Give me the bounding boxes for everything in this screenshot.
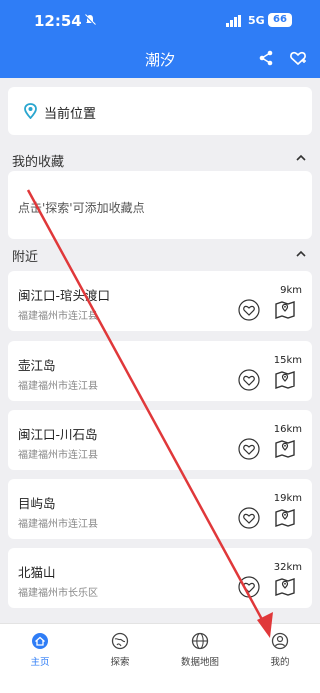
nearby-section-title: 附近: [12, 250, 39, 265]
nearby-list-item[interactable]: 北猫山 福建福州市长乐区 32km: [8, 548, 312, 608]
heart-icon[interactable]: [238, 299, 260, 321]
place-name: 目屿岛: [18, 496, 56, 511]
heart-icon[interactable]: [238, 576, 260, 598]
chevron-up-icon[interactable]: [296, 154, 306, 161]
nearby-list-item[interactable]: 壶江岛 福建福州市连江县 15km: [8, 341, 312, 401]
map-icon[interactable]: [274, 575, 296, 597]
current-location-card[interactable]: 当前位置: [8, 87, 312, 135]
home-icon: [32, 633, 48, 649]
tab-label: 主页: [30, 657, 50, 668]
favorites-section-title: 我的收藏: [12, 155, 65, 170]
tab-label: 我的: [270, 657, 290, 668]
favorite-add-icon[interactable]: [289, 49, 307, 67]
favorites-card: 点击'探索'可添加收藏点: [8, 171, 312, 239]
tab-label: 探索: [110, 657, 130, 668]
app-header: 12:54 5G 66 潮汐: [0, 0, 320, 78]
place-region: 福建福州市连江县: [18, 311, 98, 322]
explore-icon: [111, 632, 129, 650]
map-icon[interactable]: [274, 368, 296, 390]
place-region: 福建福州市连江县: [18, 450, 98, 461]
place-name: 壶江岛: [18, 358, 56, 373]
map-icon[interactable]: [274, 298, 296, 320]
place-name: 北猫山: [18, 565, 56, 580]
current-location-label: 当前位置: [44, 107, 97, 122]
network-type: 5G: [248, 14, 265, 27]
heart-icon[interactable]: [238, 438, 260, 460]
mute-bell-icon: [84, 14, 96, 26]
tab-explore[interactable]: 探索: [90, 632, 150, 668]
place-region: 福建福州市长乐区: [18, 588, 98, 599]
heart-icon[interactable]: [238, 369, 260, 391]
place-name: 闽江口-琯头渡口: [18, 288, 111, 303]
battery-level: 66: [268, 13, 292, 27]
place-region: 福建福州市连江县: [18, 381, 98, 392]
bottom-tab-bar: 主页 探索 数据地图 我的: [0, 623, 320, 693]
status-time: 12:54: [34, 12, 82, 30]
share-icon[interactable]: [258, 50, 274, 66]
signal-icon: [226, 15, 241, 27]
nearby-list-item[interactable]: 目屿岛 福建福州市连江县 19km: [8, 479, 312, 539]
chevron-up-icon[interactable]: [296, 250, 306, 257]
location-pin-icon: [24, 103, 37, 119]
tab-label: 数据地图: [180, 657, 219, 668]
tab-home[interactable]: 主页: [10, 632, 70, 668]
place-distance: 32km: [273, 562, 302, 573]
nearby-list-item[interactable]: 闽江口-琯头渡口 福建福州市连江县 9km: [8, 271, 312, 331]
map-icon[interactable]: [274, 506, 296, 528]
globe-icon: [191, 632, 209, 650]
heart-icon[interactable]: [238, 507, 260, 529]
status-bar: 12:54 5G 66: [0, 0, 320, 40]
favorites-empty-hint: 点击'探索'可添加收藏点: [18, 201, 145, 215]
place-name: 闽江口-川石岛: [18, 427, 98, 442]
tab-mine[interactable]: 我的: [250, 632, 310, 668]
user-icon: [271, 632, 289, 650]
map-icon[interactable]: [274, 437, 296, 459]
nearby-list-item[interactable]: 闽江口-川石岛 福建福州市连江县 16km: [8, 410, 312, 470]
place-distance: 19km: [273, 493, 302, 504]
place-distance: 9km: [280, 285, 302, 296]
tab-data-map[interactable]: 数据地图: [170, 632, 230, 668]
place-distance: 16km: [273, 424, 302, 435]
place-distance: 15km: [273, 355, 302, 366]
place-region: 福建福州市连江县: [18, 519, 98, 530]
